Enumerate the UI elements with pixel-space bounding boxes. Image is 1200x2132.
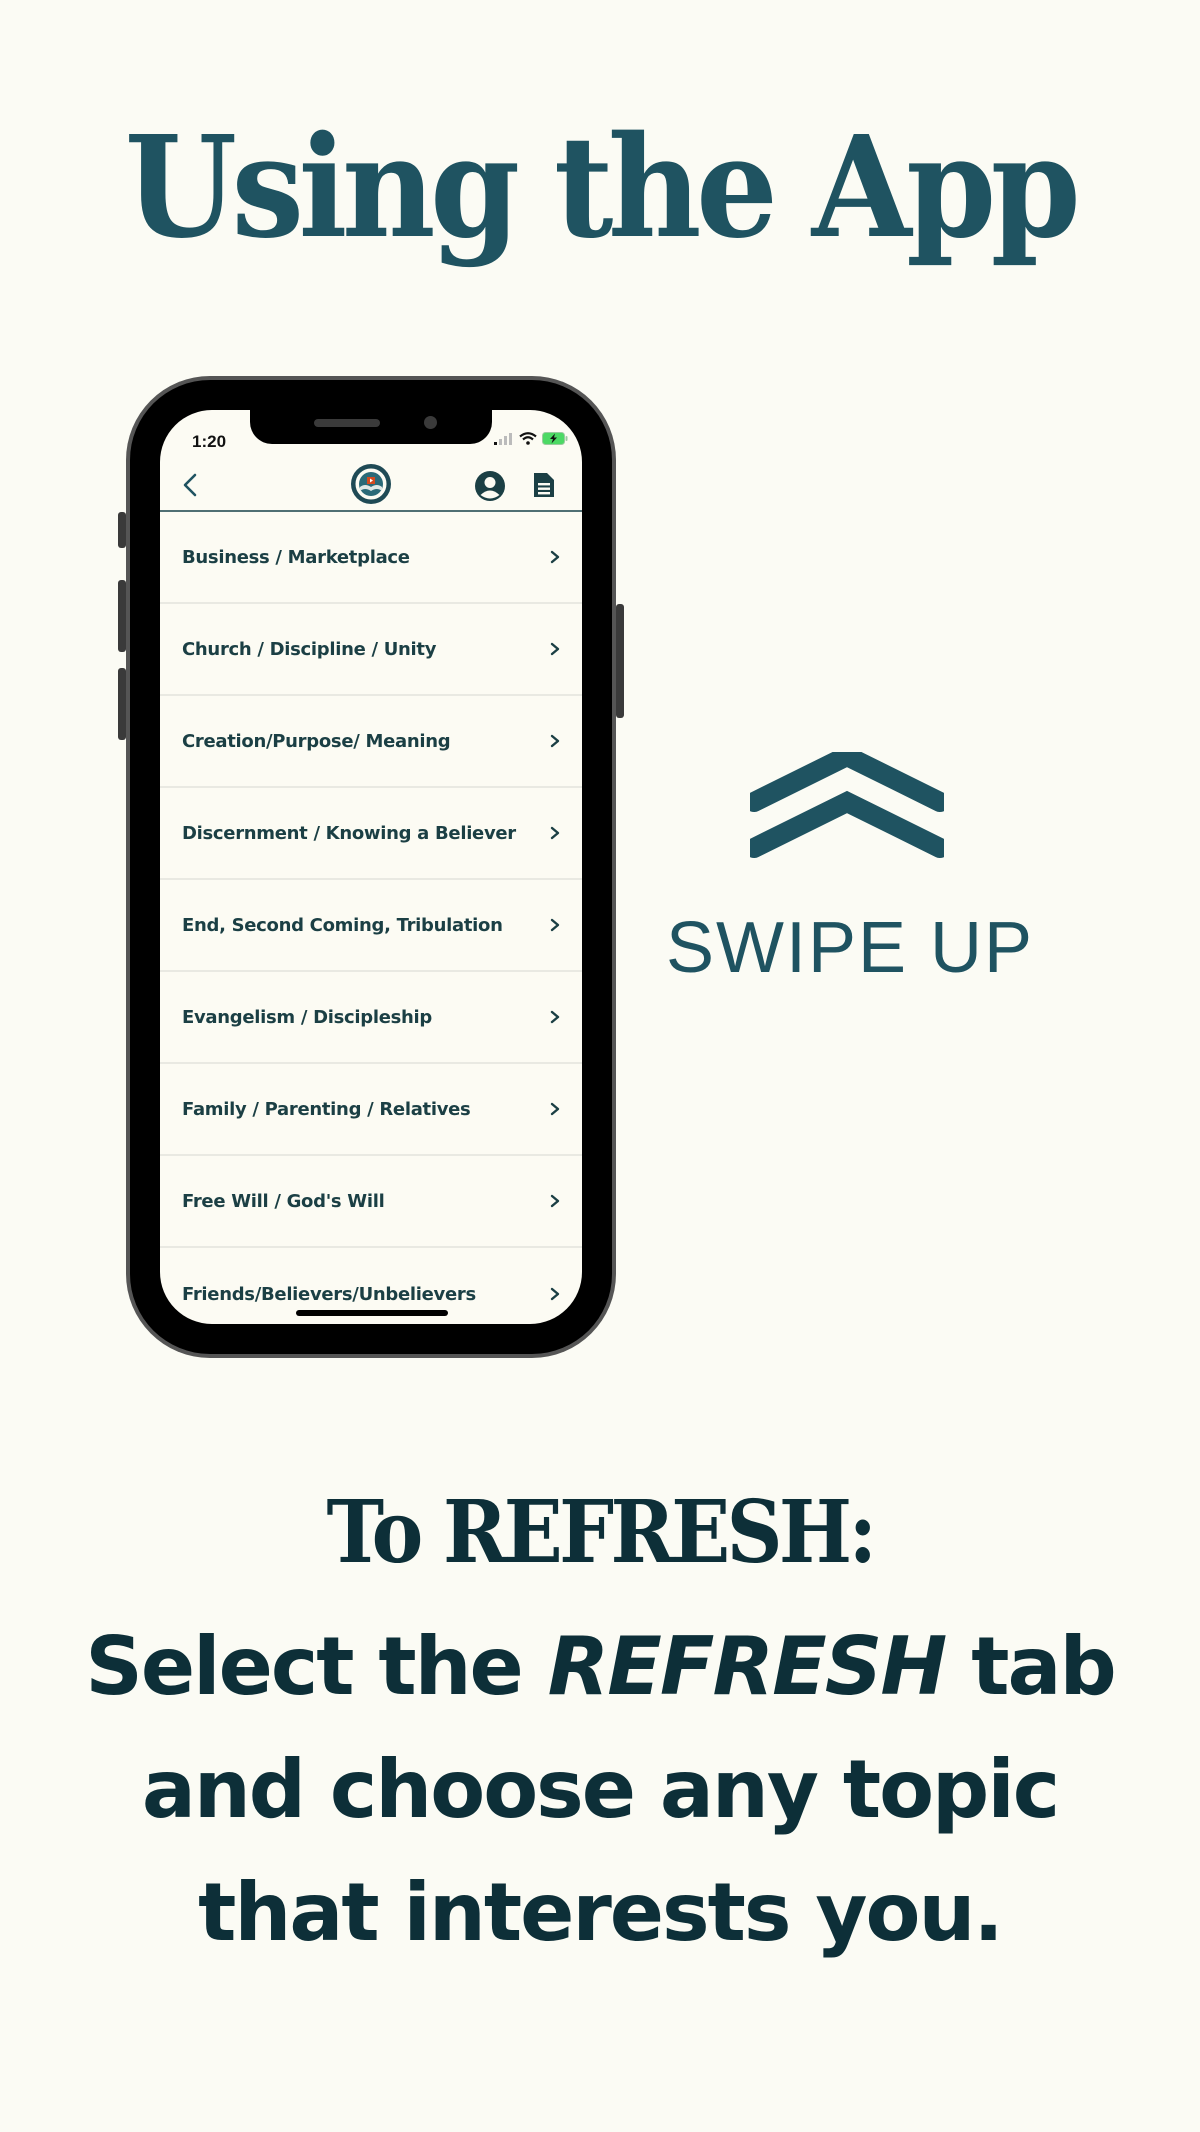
status-icons [494,432,568,445]
volume-down-button [118,668,126,740]
topic-list-item[interactable]: Evangelism / Discipleship [160,972,582,1064]
app-logo[interactable] [350,463,392,505]
home-indicator[interactable] [296,1310,448,1316]
back-button[interactable] [176,470,206,500]
chevron-right-icon [550,734,560,748]
status-time: 1:20 [192,432,227,451]
topic-label: End, Second Coming, Tribulation [182,914,503,936]
cellular-signal-icon [494,432,512,445]
topic-label: Discernment / Knowing a Believer [182,822,516,844]
instruction-line-3: that interests you. [198,1866,1004,1959]
double-chevron-up-icon [750,752,944,858]
chevron-right-icon [550,1287,560,1301]
topic-list-item[interactable]: Creation/Purpose/ Meaning [160,696,582,788]
phone-screen: 1:20 Business / Marketplace Church / Dis… [160,410,582,1324]
topic-label: Family / Parenting / Relatives [182,1098,471,1120]
chevron-right-icon [550,1194,560,1208]
topic-list-item[interactable]: Church / Discipline / Unity [160,604,582,696]
instruction-line-1: Select the REFRESH tab [0,1605,1200,1728]
notch [250,410,492,444]
chevron-right-icon [550,918,560,932]
refresh-heading: To REFRESH: [326,1482,877,1583]
topic-label: Free Will / God's Will [182,1190,385,1212]
chevron-right-icon [550,550,560,564]
topic-label: Creation/Purpose/ Meaning [182,730,451,752]
wifi-icon [519,432,537,445]
refresh-tab-emphasis: REFRESH [547,1620,948,1713]
topic-list-item[interactable]: Free Will / God's Will [160,1156,582,1248]
topic-label: Church / Discipline / Unity [182,638,437,660]
speaker-grille [314,419,380,427]
instruction-text: tab [945,1620,1117,1713]
app-navbar [160,460,582,512]
volume-up-button [118,580,126,652]
chevron-right-icon [550,826,560,840]
topic-label: Friends/Believers/Unbelievers [182,1283,476,1305]
topic-list-item[interactable]: Discernment / Knowing a Believer [160,788,582,880]
refresh-instructions: Select the REFRESH tab and choose any to… [0,1605,1200,1974]
front-camera [424,416,437,429]
topic-label: Business / Marketplace [182,546,410,568]
battery-charging-icon [542,432,568,445]
chevron-right-icon [550,1010,560,1024]
document-icon[interactable] [532,472,556,498]
topic-list-item[interactable]: End, Second Coming, Tribulation [160,880,582,972]
phone-mockup: 1:20 Business / Marketplace Church / Dis… [118,380,624,1354]
swipe-up-label: SWIPE UP [665,908,1035,988]
topic-list: Business / Marketplace Church / Discipli… [160,512,582,1324]
topic-list-item[interactable]: Family / Parenting / Relatives [160,1064,582,1156]
user-circle-icon[interactable] [474,470,506,502]
instruction-text: Select the [85,1620,548,1713]
topic-list-item[interactable]: Business / Marketplace [160,512,582,604]
chevron-right-icon [550,642,560,656]
instruction-line-2: and choose any topic [141,1743,1060,1836]
chevron-right-icon [550,1102,560,1116]
page-title: Using the App [124,106,1081,270]
mute-switch [118,512,126,548]
topic-label: Evangelism / Discipleship [182,1006,433,1028]
power-button [616,604,624,718]
